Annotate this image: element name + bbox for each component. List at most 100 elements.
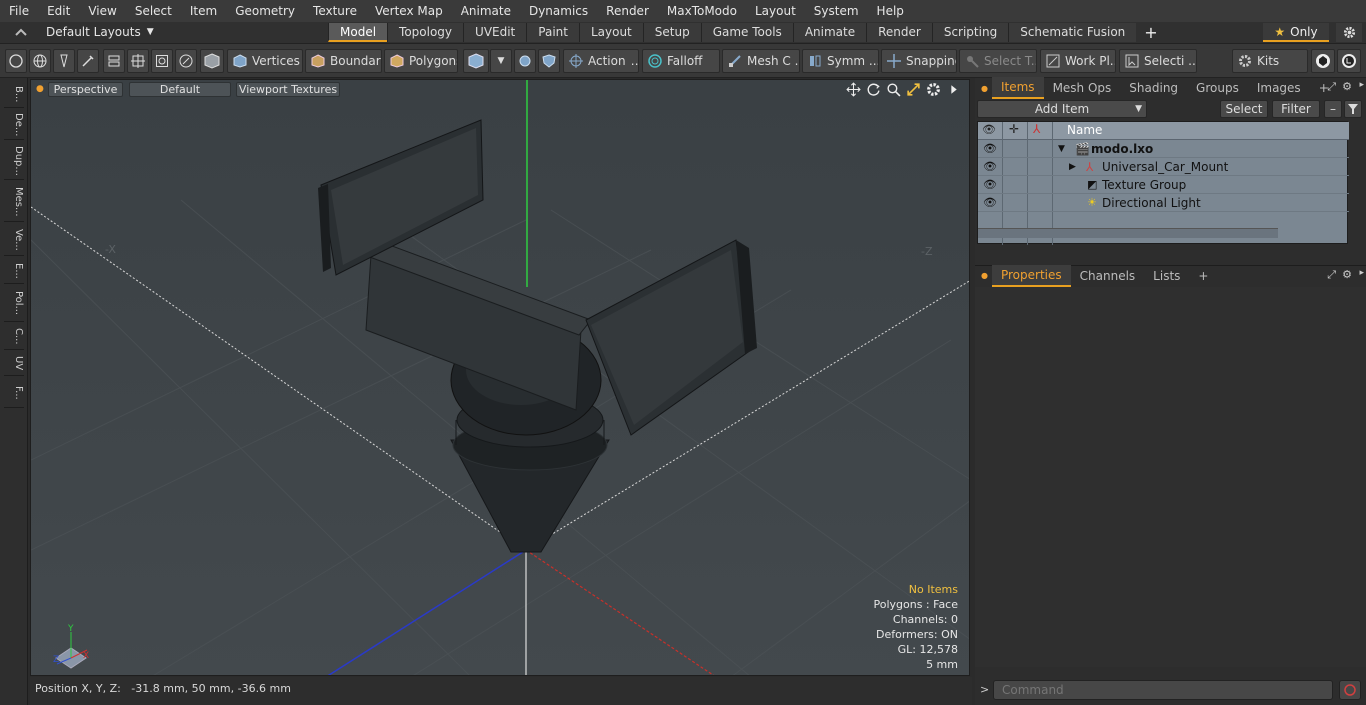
left-tab-mesh-edit[interactable]: Mes... xyxy=(4,182,24,222)
perspective-button[interactable]: Perspective xyxy=(48,82,123,97)
menu-help[interactable]: Help xyxy=(868,0,913,22)
item-mode-button[interactable] xyxy=(200,49,224,73)
action-button[interactable]: Action… xyxy=(563,49,639,73)
panel-menu-icon[interactable]: ▸ xyxy=(1359,268,1364,278)
snapping-button[interactable]: Snapping xyxy=(881,49,957,73)
boundary-button[interactable]: Boundary xyxy=(305,49,382,73)
left-tab-edge[interactable]: E... xyxy=(4,258,24,284)
menu-texture[interactable]: Texture xyxy=(304,0,366,22)
tab-uvedit[interactable]: UVEdit xyxy=(463,23,527,42)
tab-mesh-ops[interactable]: Mesh Ops xyxy=(1044,78,1121,98)
viewport-textures-button[interactable]: Viewport Textures xyxy=(236,82,340,97)
brush-button[interactable] xyxy=(77,49,99,73)
tab-paint[interactable]: Paint xyxy=(526,23,579,42)
eye-icon[interactable]: 👁 xyxy=(983,176,997,194)
tab-channels[interactable]: Channels xyxy=(1071,266,1145,286)
item-row-mesh[interactable]: 👁 ▶ ⅄ Universal_Car_Mount xyxy=(978,158,1349,176)
center-button[interactable] xyxy=(127,49,149,73)
left-tab-vertex[interactable]: Ve... xyxy=(4,224,24,256)
menu-geometry[interactable]: Geometry xyxy=(226,0,304,22)
tab-scripting[interactable]: Scripting xyxy=(931,23,1009,42)
add-panel-tab-button[interactable]: + xyxy=(1189,266,1217,286)
expand-panel-icon[interactable]: ⤢ xyxy=(1327,80,1336,94)
left-tab-basic[interactable]: B... xyxy=(4,82,24,108)
panel-gear-icon[interactable]: ⚙ xyxy=(1342,80,1352,93)
funnel-button[interactable] xyxy=(1344,100,1362,118)
items-tree-scrollbar[interactable] xyxy=(978,228,1278,238)
name-column-header[interactable]: Name xyxy=(1067,123,1102,137)
select-button[interactable]: Select xyxy=(1220,100,1268,118)
menu-maxtomodo[interactable]: MaxToModo xyxy=(658,0,746,22)
rotate-view-icon[interactable] xyxy=(866,82,881,97)
tab-images[interactable]: Images xyxy=(1248,78,1310,98)
filter-button[interactable]: Filter xyxy=(1272,100,1320,118)
globe-button[interactable] xyxy=(29,49,51,73)
shading-default-button[interactable]: Default xyxy=(129,82,231,97)
tab-schematic-fusion[interactable]: Schematic Fusion xyxy=(1008,23,1137,42)
eye-icon[interactable]: 👁 xyxy=(983,194,997,212)
left-tab-uv[interactable]: UV xyxy=(4,352,24,376)
3d-viewport[interactable]: -X -Z Y X Z ● Perspective Default Viewpo… xyxy=(30,79,970,676)
tab-items[interactable]: Items xyxy=(991,77,1044,99)
collapse-button[interactable]: – xyxy=(1324,100,1342,118)
select-circle-button[interactable] xyxy=(5,49,27,73)
unreal-button[interactable] xyxy=(1337,49,1361,73)
expand-triangle-icon[interactable]: ▼ xyxy=(1058,140,1065,158)
tab-groups[interactable]: Groups xyxy=(1187,78,1248,98)
tab-render[interactable]: Render xyxy=(866,23,932,42)
eye-icon[interactable]: 👁 xyxy=(983,158,997,176)
left-tab-fusion[interactable]: F... xyxy=(4,378,24,408)
viewport-settings-icon[interactable] xyxy=(926,82,941,97)
expand-panel-icon[interactable]: ⤢ xyxy=(1327,268,1336,282)
menu-layout[interactable]: Layout xyxy=(746,0,805,22)
viewport-expand-icon[interactable] xyxy=(946,82,961,97)
only-toggle[interactable]: ★ Only xyxy=(1263,23,1329,42)
left-tab-curve[interactable]: C... xyxy=(4,324,24,350)
left-tab-polygon[interactable]: Pol... xyxy=(4,286,24,322)
layout-settings-button[interactable] xyxy=(1336,23,1362,42)
menu-item[interactable]: Item xyxy=(181,0,226,22)
symmetry-button[interactable]: Symm ... xyxy=(802,49,879,73)
shield-button[interactable] xyxy=(538,49,560,73)
material-dropdown[interactable]: ▼ xyxy=(490,49,512,73)
tab-properties[interactable]: Properties xyxy=(991,264,1071,287)
snap-circle-button[interactable] xyxy=(175,49,197,73)
tab-game-tools[interactable]: Game Tools xyxy=(700,23,793,42)
symmetry-view-button[interactable] xyxy=(514,49,536,73)
zoom-view-icon[interactable] xyxy=(886,82,901,97)
item-row-texture-group[interactable]: 👁 ◩ Texture Group xyxy=(978,176,1349,194)
item-row-scene[interactable]: 👁 ▼ 🎬 modo.lxo xyxy=(978,140,1349,158)
command-input[interactable] xyxy=(993,680,1333,700)
selection-sets-button[interactable]: Selecti ... xyxy=(1119,49,1197,73)
tab-topology[interactable]: Topology xyxy=(387,23,464,42)
item-row-directional-light[interactable]: 👁 ☀ Directional Light xyxy=(978,194,1349,212)
add-item-dropdown[interactable]: Add Item ▼ xyxy=(977,100,1147,118)
tab-animate[interactable]: Animate xyxy=(792,23,867,42)
menu-vertex-map[interactable]: Vertex Map xyxy=(366,0,452,22)
expand-triangle-icon[interactable]: ▶ xyxy=(1069,158,1076,176)
add-tab-button[interactable]: + xyxy=(1136,23,1165,42)
mesh-constraints-button[interactable]: Mesh C ... xyxy=(722,49,800,73)
fit-view-icon[interactable] xyxy=(906,82,921,97)
falloff-button[interactable]: Falloff xyxy=(642,49,720,73)
pen-button[interactable] xyxy=(53,49,75,73)
record-button[interactable] xyxy=(1339,680,1361,700)
eye-icon[interactable]: 👁 xyxy=(983,140,997,158)
vertices-button[interactable]: Vertices xyxy=(227,49,303,73)
move-view-icon[interactable] xyxy=(846,82,861,97)
select-through-button[interactable]: Select T... xyxy=(959,49,1037,73)
menu-animate[interactable]: Animate xyxy=(452,0,520,22)
work-plane-button[interactable]: Work Pl... xyxy=(1040,49,1116,73)
left-tab-deform[interactable]: De... xyxy=(4,110,24,140)
menu-render[interactable]: Render xyxy=(597,0,658,22)
menu-dynamics[interactable]: Dynamics xyxy=(520,0,597,22)
panel-menu-icon[interactable]: ▸ xyxy=(1359,80,1364,90)
panel-gear-icon[interactable]: ⚙ xyxy=(1342,268,1352,281)
tab-layout[interactable]: Layout xyxy=(578,23,643,42)
tab-setup[interactable]: Setup xyxy=(642,23,701,42)
align-button[interactable] xyxy=(103,49,125,73)
left-tab-duplicate[interactable]: Dup... xyxy=(4,142,24,180)
menu-file[interactable]: File xyxy=(0,0,38,22)
default-layouts-dropdown[interactable]: Default Layouts ▼ xyxy=(14,22,154,43)
kits-button[interactable]: Kits xyxy=(1232,49,1308,73)
